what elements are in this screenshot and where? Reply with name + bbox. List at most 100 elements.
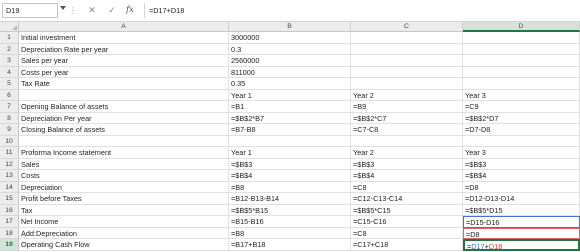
cell-b2[interactable]: 0.3 [229,43,351,55]
cell-b10[interactable] [229,135,351,147]
cell-b6[interactable]: Year 1 [229,89,351,101]
name-box-dropdown-icon[interactable] [60,6,66,10]
row-header[interactable]: 12 [0,158,19,170]
row-header[interactable]: 8 [0,112,19,124]
row-header[interactable]: 2 [0,43,19,55]
cell-b17[interactable]: =B15-B16 [229,216,351,228]
name-box[interactable]: D19 [2,3,58,18]
cell-a10[interactable] [19,135,229,147]
row-header[interactable]: 16 [0,204,19,216]
cell-c17[interactable]: =C15-C16 [351,216,463,228]
cell-b9[interactable]: =B7-B8 [229,124,351,136]
row-header[interactable]: 10 [0,135,19,147]
cell-b4[interactable]: 811000 [229,66,351,78]
cell-b15[interactable]: =B12-B13-B14 [229,193,351,205]
row-header[interactable]: 3 [0,55,19,67]
cell-d7[interactable]: =C9 [463,101,580,113]
cell-d5[interactable] [463,78,580,90]
cell-c16[interactable]: =$B$5*C15 [351,204,463,216]
cell-d17[interactable]: =D15-D16 [463,216,580,228]
cell-a19[interactable]: Operating Cash Flow [19,239,229,251]
column-header-b[interactable]: B [229,22,351,32]
cell-c3[interactable] [351,55,463,67]
cell-b14[interactable]: =B8 [229,181,351,193]
cell-d6[interactable]: Year 3 [463,89,580,101]
cell-a15[interactable]: Profit before Taxes [19,193,229,205]
cell-a18[interactable]: Add:Depreciation [19,227,229,239]
cell-c11[interactable]: Year 2 [351,147,463,159]
cell-b13[interactable]: =$B$4 [229,170,351,182]
select-all-button[interactable] [0,22,19,32]
cell-c2[interactable] [351,43,463,55]
column-header-d[interactable]: D [463,22,580,32]
cell-c19[interactable]: =C17+C18 [351,239,463,251]
cell-b18[interactable]: =B8 [229,227,351,239]
formula-input[interactable]: =D17+D18 [144,3,576,18]
cell-a4[interactable]: Costs per year [19,66,229,78]
cell-d15[interactable]: =D12-D13-D14 [463,193,580,205]
cell-b7[interactable]: =B1 [229,101,351,113]
cell-c4[interactable] [351,66,463,78]
cell-d13[interactable]: =$B$4 [463,170,580,182]
row-header[interactable]: 18 [0,227,19,239]
row-header[interactable]: 11 [0,147,19,159]
row-header[interactable]: 13 [0,170,19,182]
cell-a1[interactable]: Initial investment [19,32,229,44]
cell-c1[interactable] [351,32,463,44]
row-header[interactable]: 4 [0,66,19,78]
cell-a12[interactable]: Sales [19,158,229,170]
column-header-c[interactable]: C [351,22,463,32]
cell-d3[interactable] [463,55,580,67]
cell-b19[interactable]: =B17+B18 [229,239,351,251]
cell-a14[interactable]: Depreciation [19,181,229,193]
cell-a8[interactable]: Depreciation Per year [19,112,229,124]
cell-d9[interactable]: =D7-D8 [463,124,580,136]
cell-a3[interactable]: Sales per year [19,55,229,67]
cell-c10[interactable] [351,135,463,147]
row-header[interactable]: 9 [0,124,19,136]
row-header[interactable]: 14 [0,181,19,193]
row-header[interactable]: 17 [0,216,19,228]
cell-a6[interactable] [19,89,229,101]
row-header[interactable]: 5 [0,78,19,90]
cell-a7[interactable]: Opening Balance of assets [19,101,229,113]
cell-d14[interactable]: =D8 [463,181,580,193]
cell-c14[interactable]: =C8 [351,181,463,193]
cell-b8[interactable]: =$B$2*B7 [229,112,351,124]
cell-a16[interactable]: Tax [19,204,229,216]
cell-c9[interactable]: =C7-C8 [351,124,463,136]
cell-b16[interactable]: =$B$5*B15 [229,204,351,216]
cell-d4[interactable] [463,66,580,78]
cell-c18[interactable]: =C8 [351,227,463,239]
cell-c15[interactable]: =C12-C13-C14 [351,193,463,205]
cell-a5[interactable]: Tax Rate [19,78,229,90]
cell-a17[interactable]: Net Income [19,216,229,228]
cell-c5[interactable] [351,78,463,90]
cell-d10[interactable] [463,135,580,147]
cell-a13[interactable]: Costs [19,170,229,182]
cell-d2[interactable] [463,43,580,55]
cell-c7[interactable]: =B9 [351,101,463,113]
row-header[interactable]: 7 [0,101,19,113]
row-header[interactable]: 19 [0,239,19,251]
cell-d8[interactable]: =$B$2*D7 [463,112,580,124]
row-header[interactable]: 15 [0,193,19,205]
cell-b12[interactable]: =$B$3 [229,158,351,170]
cell-d12[interactable]: =$B$3 [463,158,580,170]
cell-c13[interactable]: =$B$4 [351,170,463,182]
cell-d11[interactable]: Year 3 [463,147,580,159]
cell-b11[interactable]: Year 1 [229,147,351,159]
cell-c12[interactable]: =$B$3 [351,158,463,170]
cell-d19[interactable]: =D17+D18 [463,239,580,251]
cancel-icon[interactable]: ✕ [86,4,98,17]
cell-d18[interactable]: =D8 [463,227,580,239]
cell-d16[interactable]: =$B$5*D15 [463,204,580,216]
column-header-a[interactable]: A [19,22,229,32]
cell-b1[interactable]: 3000000 [229,32,351,44]
cell-a9[interactable]: Closing Balance of assets [19,124,229,136]
cell-b5[interactable]: 0.35 [229,78,351,90]
row-header[interactable]: 6 [0,89,19,101]
cell-b3[interactable]: 2560000 [229,55,351,67]
enter-icon[interactable]: ✓ [106,4,118,17]
cell-a2[interactable]: Depreciation Rate per year [19,43,229,55]
